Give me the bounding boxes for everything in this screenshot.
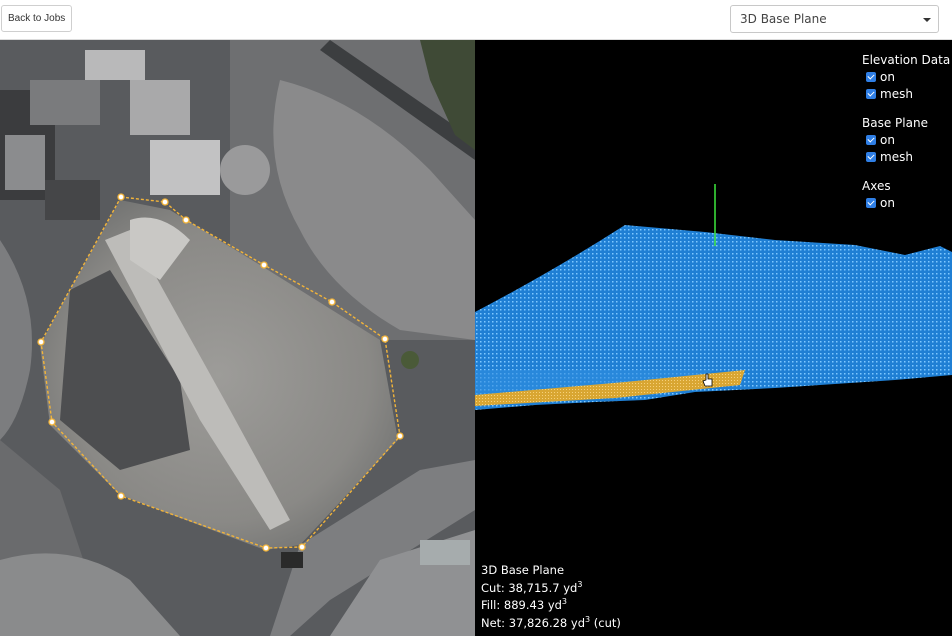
checkbox-checked-icon[interactable] [866,71,876,82]
fill-unit: yd [547,598,562,612]
volume-stats: 3D Base Plane Cut: 38,715.7 yd3 Fill: 88… [481,562,621,632]
checkbox-checked-icon[interactable] [866,134,876,145]
toolbar: Back to Jobs 3D Base Plane [0,0,952,40]
net-value: 37,826.28 [508,615,568,630]
base-plane-on-label: on [880,132,895,147]
axes-title: Axes [862,179,891,193]
net-row: Net: 37,826.28 yd3 (cut) [481,615,621,633]
net-suffix: (cut) [593,615,621,630]
cut-unit: yd [563,580,578,595]
cut-label: Cut: [481,580,505,595]
stats-title: 3D Base Plane [481,563,565,577]
elevation-mesh-toggle[interactable]: mesh [862,85,950,102]
fill-label: Fill: [481,598,501,612]
cut-unit-power: 3 [577,579,583,589]
aerial-map[interactable] [0,40,475,636]
fill-unit-power: 3 [561,597,568,607]
checkbox-checked-icon[interactable] [866,88,876,99]
view-select[interactable]: 3D Base Plane [730,5,939,33]
fill-value: 889.43 [503,598,545,612]
base-plane-on-toggle[interactable]: on [862,131,950,148]
elevation-on-label: on [880,69,895,84]
caret-down-icon [923,18,931,22]
elevation-data-group: Elevation Data on mesh [862,52,950,102]
elevation-on-toggle[interactable]: on [862,68,950,85]
cut-row: Cut: 38,715.7 yd3 [481,580,621,598]
base-plane-mesh-toggle[interactable]: mesh [862,148,950,165]
aerial-image [0,40,475,636]
net-unit-power: 3 [585,614,591,624]
net-label: Net: [481,615,506,630]
axes-on-label: on [880,195,895,210]
base-plane-title: Base Plane [862,116,928,130]
axes-on-toggle[interactable]: on [862,194,950,211]
viewer-controls: Elevation Data on mesh Base Plane on mes… [862,52,950,224]
cut-value: 38,715.7 [508,580,560,595]
checkbox-checked-icon[interactable] [866,197,876,208]
net-unit: yd [570,615,586,630]
back-to-jobs-button[interactable]: Back to Jobs [1,5,73,32]
elevation-data-title: Elevation Data [862,53,951,67]
base-plane-group: Base Plane on mesh [862,115,950,165]
checkbox-checked-icon[interactable] [866,151,876,162]
base-plane-mesh-label: mesh [880,149,913,164]
3d-viewer[interactable]: Elevation Data on mesh Base Plane on mes… [475,40,952,636]
elevation-mesh-label: mesh [880,86,913,101]
fill-row: Fill: 889.43 yd3 [481,597,621,615]
view-select-value: 3D Base Plane [740,12,827,26]
axes-group: Axes on [862,178,950,211]
